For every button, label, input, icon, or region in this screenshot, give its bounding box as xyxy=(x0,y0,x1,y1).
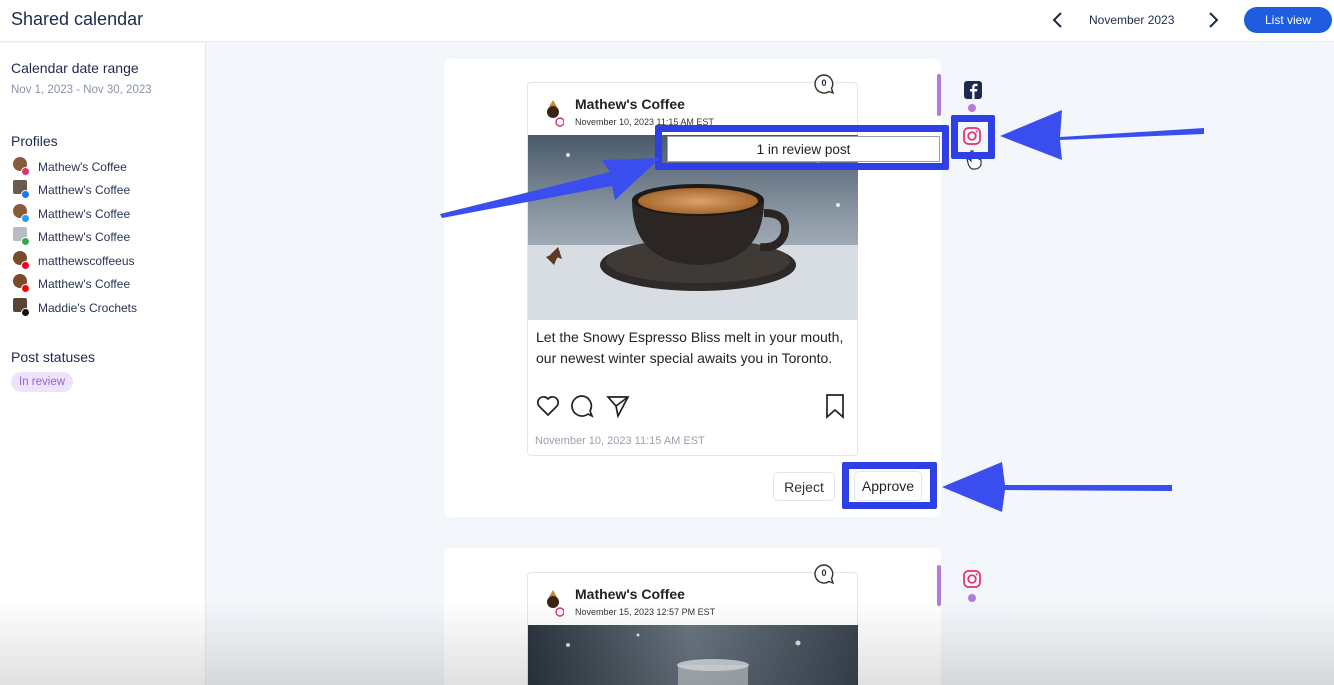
arrow-to-approve-icon xyxy=(942,462,1172,512)
arrow-to-tooltip-icon xyxy=(440,158,660,218)
annotation-arrows xyxy=(440,110,1204,512)
arrow-to-instagram-icon xyxy=(1000,110,1204,160)
